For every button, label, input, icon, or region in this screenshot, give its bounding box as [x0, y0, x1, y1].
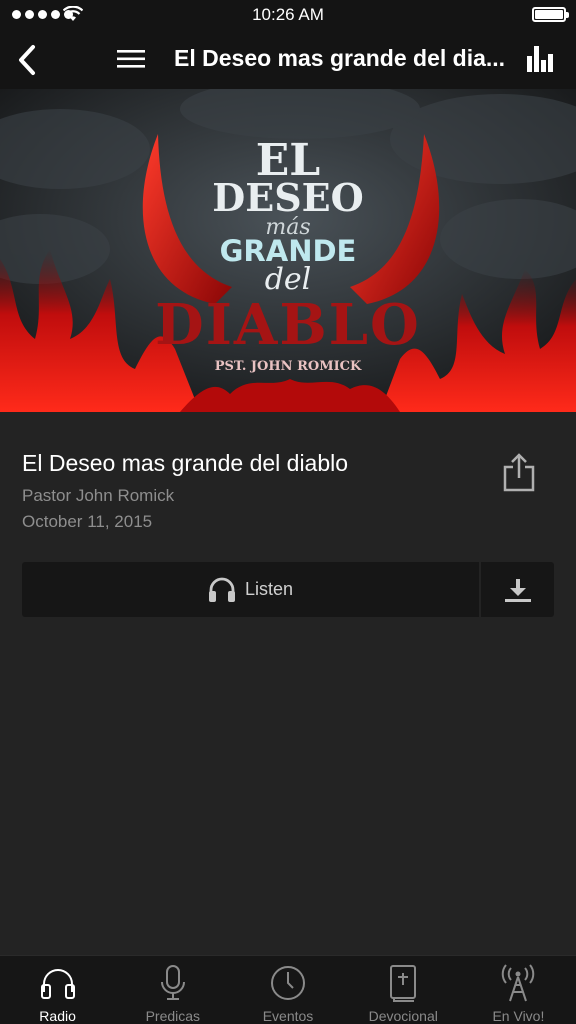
tab-label: Devocional [368, 1008, 438, 1024]
broadcast-tower-icon [502, 964, 535, 1002]
artwork-credit: PST. JOHN ROMICK [215, 359, 362, 374]
battery-icon [532, 7, 569, 22]
page-title: El Deseo mas grande del dia... [174, 45, 506, 71]
status-time: 10:26 AM [252, 5, 324, 24]
tab-predicas[interactable]: Predicas [115, 956, 230, 1024]
sermon-actions: Listen [22, 562, 554, 617]
bible-icon [390, 965, 417, 1002]
sermon-pastor: Pastor John Romick [22, 486, 175, 505]
artwork-line-deseo: DESEO [212, 175, 363, 220]
clock-icon [271, 966, 305, 1000]
headphones-icon [208, 577, 235, 602]
tab-label: Radio [39, 1008, 76, 1024]
sermon-date: October 11, 2015 [22, 512, 153, 531]
now-playing-chart-icon[interactable] [526, 44, 554, 72]
sermon-info: El Deseo mas grande del diablo Pastor Jo… [22, 450, 348, 532]
sermon-title: El Deseo mas grande del diablo [22, 450, 349, 476]
tab-bar: Radio Predicas Eventos Devocional En Viv… [0, 955, 576, 1024]
download-button[interactable] [481, 562, 554, 617]
tab-eventos[interactable]: Eventos [230, 956, 345, 1024]
tab-label: Eventos [262, 1008, 314, 1024]
tab-radio[interactable]: Radio [0, 956, 115, 1024]
listen-label: Listen [244, 579, 294, 599]
back-icon[interactable] [14, 42, 42, 78]
listen-button[interactable]: Listen [22, 562, 479, 617]
tab-label: En Vivo! [492, 1008, 545, 1024]
share-icon[interactable] [500, 452, 538, 492]
menu-icon[interactable] [116, 47, 146, 71]
tab-label: Predicas [145, 1008, 201, 1024]
tab-en-vivo[interactable]: En Vivo! [461, 956, 576, 1024]
microphone-icon [160, 965, 185, 1000]
sermon-artwork: EL DESEO más GRANDE del DIABLO PST. JOHN… [0, 89, 576, 412]
status-bar: 10:26 AM [0, 0, 576, 30]
navigation-bar: El Deseo mas grande del dia... [0, 30, 576, 89]
artwork-line-diablo: DIABLO [155, 292, 421, 358]
download-icon [504, 578, 531, 602]
tab-devocional[interactable]: Devocional [346, 956, 461, 1024]
headphones-icon [40, 969, 75, 999]
